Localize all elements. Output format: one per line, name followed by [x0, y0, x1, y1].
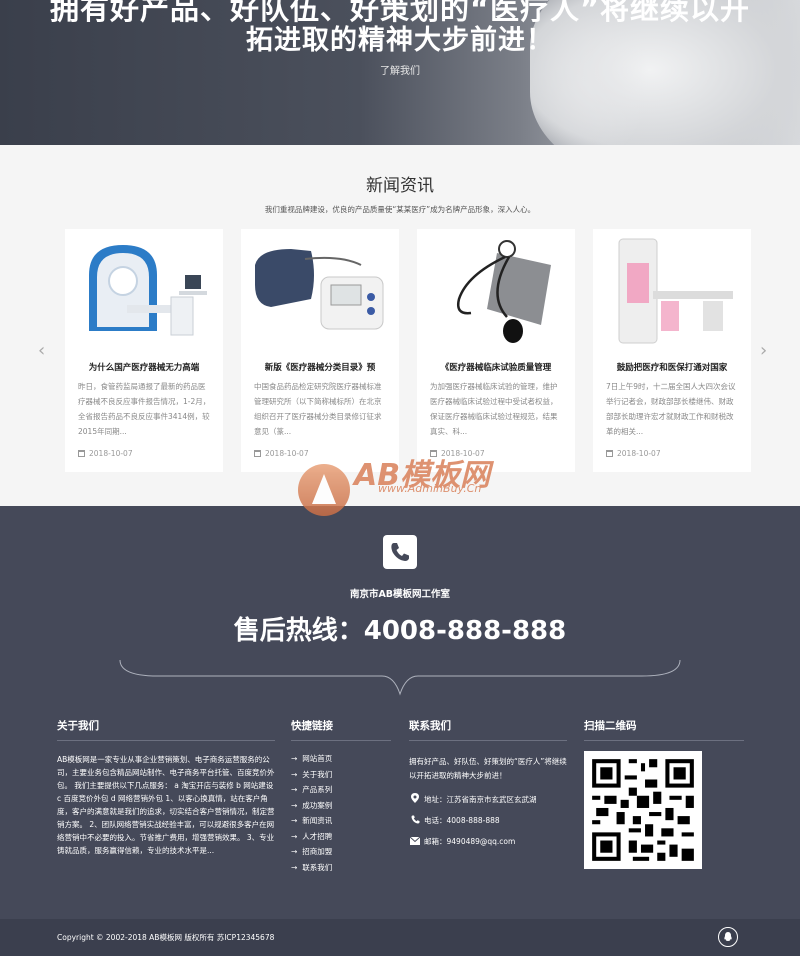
arrow-right-icon: →: [291, 816, 298, 825]
sphygmomanometer-image: [427, 235, 565, 347]
news-card-title[interactable]: 为什么国产医疗器械无力高端: [73, 361, 215, 373]
link-label[interactable]: 成功案例: [302, 801, 332, 810]
contact-intro: 拥有好产品、好队伍、好策划的“医疗人”将继续以开拓进取的精神大步前进！: [409, 757, 567, 780]
footer-link[interactable]: → 新闻资讯: [291, 815, 391, 831]
footer-link[interactable]: → 网站首页: [291, 753, 391, 769]
news-card[interactable]: 新版《医疗器械分类目录》预 中国食品药品检定研究院医疗器械标准管理研究所（以下简…: [241, 229, 399, 472]
footer-heading: 快捷链接: [291, 718, 391, 741]
hero-heading-line2: 拓进取的精神大步前进！: [246, 25, 554, 56]
link-label[interactable]: 产品系列: [302, 785, 332, 794]
contact-address: 地址：江苏省南京市玄武区玄武湖: [409, 793, 567, 805]
arrow-right-icon: →: [291, 831, 298, 841]
hotline-banner: 南京市AB模板网工作室 售后热线：4008-888-888: [0, 506, 800, 696]
location-pin-icon: [409, 793, 421, 805]
link-label[interactable]: 联系我们: [302, 863, 332, 872]
phone-icon: [409, 815, 421, 826]
date-text: 2018-10-07: [617, 449, 661, 458]
phone-text: 电话：4008-888-888: [424, 816, 500, 825]
arrow-right-icon: →: [291, 800, 298, 810]
qr-code-image: [584, 751, 702, 869]
link-label[interactable]: 人才招聘: [302, 832, 332, 841]
phone-icon: [383, 535, 417, 569]
chevron-right-icon[interactable]: ›: [760, 340, 767, 361]
link-label[interactable]: 关于我们: [302, 770, 332, 779]
news-card-title[interactable]: 鼓励把医疗和医保打通对国家: [601, 361, 743, 373]
email-icon: [409, 836, 421, 847]
logo-mark-icon: [298, 464, 350, 516]
news-card-excerpt: 中国食品药品检定研究院医疗器械标准管理研究所（以下简称械标所）在北京组织召开了医…: [254, 382, 382, 436]
hotline-number: 售后热线：4008-888-888: [233, 616, 567, 646]
copyright-bar: Copyright © 2002-2018 AB模板网 版权所有 苏ICP123…: [0, 919, 800, 956]
contact-phone: 电话：4008-888-888: [409, 815, 567, 826]
date-text: 2018-10-07: [89, 449, 133, 458]
news-card[interactable]: 鼓励把医疗和医保打通对国家 7日上午9时，十二届全国人大四次会议举行记者会，财政…: [593, 229, 751, 472]
qq-icon[interactable]: [718, 927, 738, 947]
news-card-date: 2018-10-07: [78, 449, 133, 458]
footer-link[interactable]: → 招商加盟: [291, 846, 391, 862]
arrow-right-icon: →: [291, 785, 298, 794]
section-title: 新闻资讯: [366, 176, 434, 196]
footer-link[interactable]: → 成功案例: [291, 800, 391, 816]
mammography-unit-image: [603, 235, 741, 347]
arrow-right-icon: →: [291, 847, 298, 856]
footer-heading: 关于我们: [57, 718, 275, 741]
arrow-right-icon: →: [291, 862, 298, 872]
news-card-excerpt: 7日上午9时，十二届全国人大四次会议举行记者会，财政部部长楼继伟、财政部部长助理…: [606, 382, 736, 436]
news-card[interactable]: 《医疗器械临床试验质量管理 为加强医疗器械临床试验的管理，维护医疗器械临床试验过…: [417, 229, 575, 472]
calendar-icon: [606, 450, 613, 457]
footer-link[interactable]: → 联系我们: [291, 862, 391, 878]
footer: 关于我们 AB模板网是一家专业从事企业营销策划、电子商务运营服务的公司，主要业务…: [0, 696, 800, 919]
news-card[interactable]: 为什么国产医疗器械无力高端 昨日，食管药监局通报了最新的药品医疗器械不良反应事件…: [65, 229, 223, 472]
section-subtitle: 我们重视品牌建设，优良的产品质量使“某某医疗”成为名牌产品形象，深入人心。: [264, 205, 536, 214]
news-card-date: 2018-10-07: [606, 449, 661, 458]
news-card-excerpt: 昨日，食管药监局通报了最新的药品医疗器械不良反应事件报告情况，1-2月，全省报告…: [78, 382, 211, 436]
watermark-logo: AB模板网 www.AdminBuy.Cn: [298, 444, 508, 520]
footer-heading: 扫描二维码: [584, 718, 744, 741]
arrow-right-icon: →: [291, 769, 298, 779]
link-label[interactable]: 网站首页: [302, 754, 332, 763]
hero-banner: 拥有好产品、好队伍、好策划的“医疗人”将继续以开 拓进取的精神大步前进！ 了解我…: [0, 0, 800, 145]
about-us-link[interactable]: 了解我们: [0, 62, 800, 77]
news-card-excerpt: 为加强医疗器械临床试验的管理，维护医疗器械临床试验过程中受试者权益，保证医疗器械…: [430, 382, 558, 436]
mri-scanner-image: [75, 235, 213, 347]
news-card-title[interactable]: 《医疗器械临床试验质量管理: [425, 361, 567, 373]
footer-links: 快捷链接 → 网站首页 → 关于我们 → 产品系列 → 成功案例 → 新闻资讯 → 人才招聘…: [291, 718, 391, 877]
arrow-right-icon: →: [291, 754, 298, 763]
studio-name: 南京市AB模板网工作室: [349, 589, 451, 600]
email-text[interactable]: 邮箱：9490489@qq.com: [424, 836, 515, 847]
footer-link[interactable]: → 产品系列: [291, 784, 391, 800]
calendar-icon: [254, 450, 261, 457]
footer-qr: 扫描二维码: [584, 718, 744, 869]
copyright-text: Copyright © 2002-2018 AB模板网 版权所有 苏ICP123…: [57, 933, 275, 942]
news-card-title[interactable]: 新版《医疗器械分类目录》预: [249, 361, 391, 373]
watermark-url: www.AdminBuy.Cn: [378, 482, 482, 495]
footer-contact: 联系我们 拥有好产品、好队伍、好策划的“医疗人”将继续以开拓进取的精神大步前进！…: [409, 718, 567, 847]
footer-link[interactable]: → 关于我们: [291, 769, 391, 785]
link-label[interactable]: 新闻资讯: [302, 816, 332, 825]
chevron-left-icon[interactable]: ‹: [38, 340, 45, 361]
decorative-divider: [119, 659, 681, 696]
address-text: 地址：江苏省南京市玄武区玄武湖: [424, 794, 537, 804]
footer-about: 关于我们 AB模板网是一家专业从事企业营销策划、电子商务运营服务的公司，主要业务…: [57, 718, 275, 857]
contact-email: 邮箱：9490489@qq.com: [409, 836, 567, 847]
about-text: AB模板网是一家专业从事企业营销策划、电子商务运营服务的公司，主要业务包含精品网…: [57, 755, 275, 855]
link-label[interactable]: 招商加盟: [302, 847, 332, 856]
footer-link[interactable]: → 人才招聘: [291, 831, 391, 847]
calendar-icon: [78, 450, 85, 457]
footer-heading: 联系我们: [409, 718, 567, 741]
blood-pressure-monitor-image: [251, 235, 389, 347]
